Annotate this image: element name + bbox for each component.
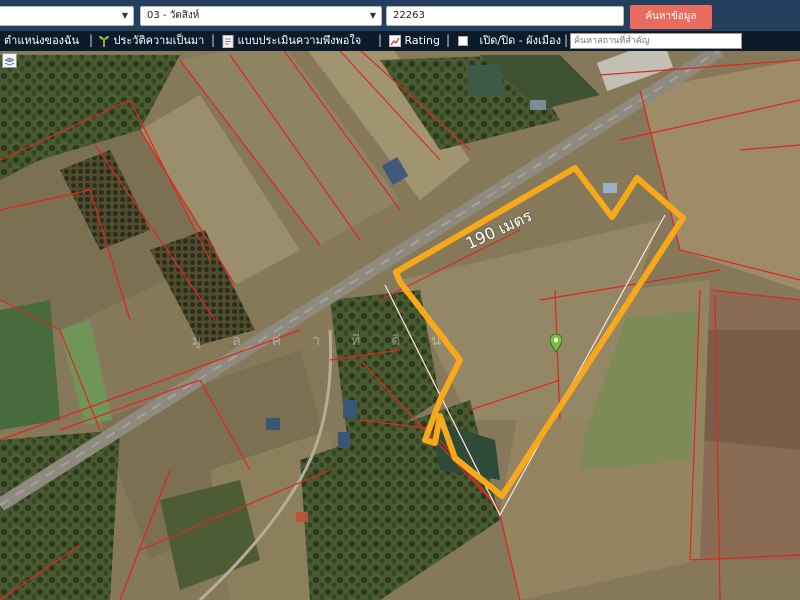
search-button[interactable]: ค้นหาข้อมูล bbox=[630, 5, 712, 29]
menu-rating-label: Rating bbox=[404, 34, 440, 47]
parcel-number-value: 22263 bbox=[393, 10, 425, 21]
location-pin-icon[interactable] bbox=[550, 334, 562, 354]
document-icon bbox=[222, 34, 234, 48]
satellite-map[interactable] bbox=[0, 0, 800, 600]
chart-icon bbox=[389, 35, 401, 47]
menu-separator: | bbox=[211, 33, 216, 47]
chevron-down-icon: ▼ bbox=[121, 11, 128, 20]
menu-my-location[interactable]: ตำแหน่งของฉัน bbox=[4, 31, 79, 51]
menu-separator: | bbox=[89, 33, 94, 47]
menu-separator: | bbox=[446, 33, 451, 47]
place-search-input[interactable] bbox=[570, 33, 742, 49]
header-bar: ▼ 03 - วัดสิงห์ ▼ 22263 ค้นหาข้อมูล bbox=[0, 0, 800, 31]
menu-history-label: ประวัติความเป็นมา bbox=[113, 34, 205, 47]
menu-separator: | bbox=[378, 33, 383, 47]
menu-rating[interactable]: Rating bbox=[389, 31, 440, 51]
district-select[interactable]: 03 - วัดสิงห์ ▼ bbox=[140, 6, 382, 26]
menu-survey-label: แบบประเมินความพึงพอใจ bbox=[237, 34, 362, 47]
parcel-number-input[interactable]: 22263 bbox=[386, 6, 624, 26]
district-select-value: 03 - วัดสิงห์ bbox=[147, 10, 200, 21]
menu-zoning-label: เปิด/ปิด - ผังเมือง bbox=[479, 34, 562, 47]
layer-toggle-button[interactable] bbox=[2, 53, 17, 68]
menu-bar: ตำแหน่งของฉัน | ประวัติความเป็นมา | แบบป… bbox=[0, 31, 800, 51]
checkbox-icon bbox=[458, 36, 468, 46]
menu-zoning-toggle[interactable]: เปิด/ปิด - ผังเมือง bbox=[458, 31, 561, 51]
menu-survey[interactable]: แบบประเมินความพึงพอใจ bbox=[222, 31, 361, 51]
province-select[interactable]: ▼ bbox=[0, 6, 134, 26]
sprout-icon bbox=[99, 36, 109, 47]
menu-history[interactable]: ประวัติความเป็นมา bbox=[98, 31, 204, 51]
map-watermark: มูลค่าที่ดิน bbox=[192, 333, 472, 349]
chevron-down-icon: ▼ bbox=[369, 11, 376, 20]
layers-icon bbox=[4, 57, 15, 66]
menu-separator: | bbox=[564, 33, 569, 47]
